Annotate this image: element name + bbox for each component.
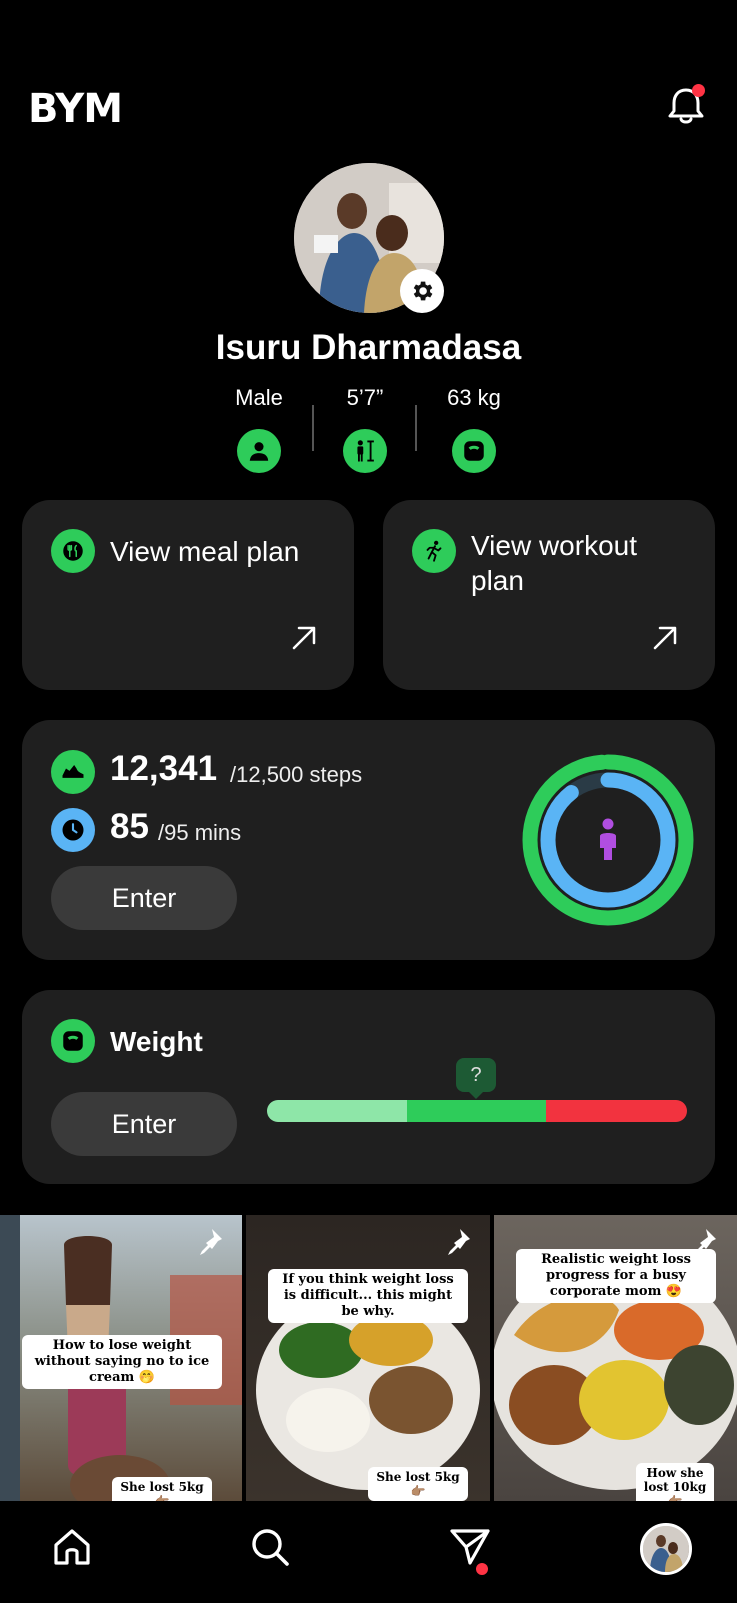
arrow-up-right-icon <box>653 626 677 650</box>
clock-icon <box>51 808 95 852</box>
app-header: BYM <box>0 0 737 150</box>
weight-bar-normal <box>407 1100 546 1122</box>
person-icon <box>237 429 281 473</box>
minutes-value: 85 <box>110 807 149 846</box>
stat-gender-label: Male <box>235 385 283 410</box>
pin-icon <box>448 1229 470 1255</box>
weight-enter-button[interactable]: Enter <box>51 1092 237 1156</box>
feed-tile[interactable]: If you think weight loss is difficult...… <box>246 1215 490 1501</box>
edit-profile-button[interactable] <box>400 269 444 313</box>
activity-card: 12,341 /12,500 steps 85 /95 mins Enter <box>22 720 715 960</box>
feed-caption: How to lose weight without saying no to … <box>22 1335 222 1389</box>
gear-icon <box>413 281 433 301</box>
workout-plan-label: View workout plan <box>471 530 638 596</box>
feed-tag: How she lost 10kg 👉🏽 <box>636 1463 714 1501</box>
stat-divider <box>415 405 417 451</box>
feed-caption: If you think weight loss is difficult...… <box>268 1269 468 1323</box>
notification-dot <box>692 84 705 97</box>
minutes-goal: /95 mins <box>158 820 242 845</box>
weight-bar-overweight <box>546 1100 687 1122</box>
profile-avatar-container[interactable] <box>294 163 444 313</box>
stat-gender: Male <box>209 385 309 473</box>
arrow-up-right-icon <box>292 626 316 650</box>
feed-tile[interactable]: Realistic weight loss progress for a bus… <box>494 1215 737 1501</box>
meal-plan-card[interactable]: View meal plan <box>22 500 354 690</box>
weight-indicator[interactable]: ? <box>456 1058 496 1092</box>
figure-icon <box>600 818 616 860</box>
workout-plan-card[interactable]: View workout plan <box>383 500 715 690</box>
weight-bar-underweight <box>267 1100 407 1122</box>
app-logo: BYM <box>28 86 123 132</box>
bottom-navigation <box>0 1501 737 1603</box>
weight-title: Weight <box>110 1026 203 1057</box>
home-icon[interactable] <box>48 1523 96 1571</box>
send-notification-dot <box>476 1563 488 1575</box>
height-icon <box>343 429 387 473</box>
stat-weight-label: 63 kg <box>447 385 501 410</box>
weight-card: Weight Enter ? <box>22 990 715 1184</box>
send-icon[interactable] <box>446 1523 494 1571</box>
steps-value: 12,341 <box>110 749 218 788</box>
avatar-photo <box>643 1526 689 1572</box>
stat-weight: 63 kg <box>424 385 524 473</box>
feed-tag: She lost 5kg 👉🏽 <box>112 1477 212 1501</box>
activity-rings <box>522 754 694 926</box>
scale-icon <box>51 1019 95 1063</box>
profile-avatar[interactable] <box>640 1523 692 1575</box>
stat-height: 5’7” <box>315 385 415 473</box>
content-feed: How to lose weight without saying no to … <box>0 1215 737 1501</box>
feed-tag: She lost 5kg 👉🏽 <box>368 1467 468 1501</box>
workout-icon <box>412 529 456 573</box>
feed-caption: Realistic weight loss progress for a bus… <box>516 1249 716 1303</box>
profile-name: Isuru Dharmadasa <box>215 328 522 367</box>
shoe-icon <box>51 750 95 794</box>
indicator-pointer <box>468 1091 484 1099</box>
scale-icon <box>452 429 496 473</box>
stat-height-label: 5’7” <box>346 385 384 410</box>
activity-enter-button[interactable]: Enter <box>51 866 237 930</box>
search-icon[interactable] <box>246 1523 294 1571</box>
stat-divider <box>312 405 314 451</box>
meal-icon <box>51 529 95 573</box>
pin-icon <box>200 1229 222 1255</box>
steps-goal: /12,500 steps <box>230 762 363 787</box>
feed-tile[interactable]: How to lose weight without saying no to … <box>0 1215 242 1501</box>
meal-plan-label: View meal plan <box>110 536 300 567</box>
